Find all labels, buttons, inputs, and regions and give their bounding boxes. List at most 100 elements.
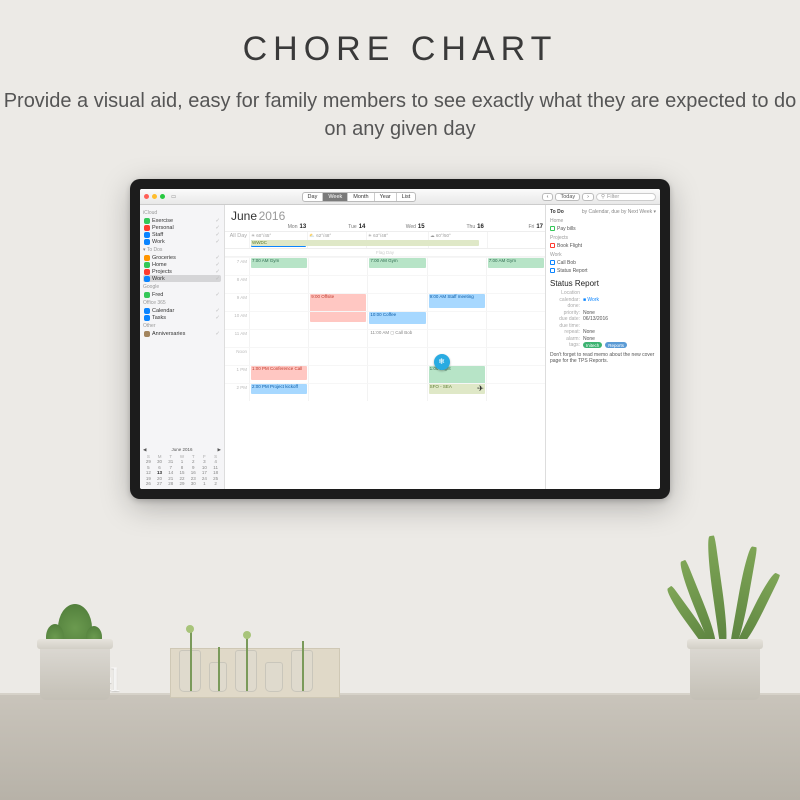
potted-plant	[680, 530, 770, 700]
allday-cell[interactable]: ☀ 60°/45°WWDC◻ Status Report	[249, 232, 307, 248]
sidebar-group[interactable]: Other	[143, 323, 221, 329]
time-cell[interactable]	[427, 257, 486, 275]
view-list[interactable]: List	[397, 193, 416, 201]
sidebar-item[interactable]: Groceries✓	[143, 254, 221, 261]
today-button[interactable]: Today	[555, 193, 580, 201]
day-header: Thu16	[427, 223, 486, 231]
time-cell[interactable]	[367, 383, 426, 401]
time-cell[interactable]: 7:00 AM Gym	[249, 257, 308, 275]
day-header: Mon13	[249, 223, 308, 231]
time-cell[interactable]	[308, 257, 367, 275]
time-cell[interactable]	[308, 365, 367, 383]
time-cell[interactable]: 7:00 AM Gym	[486, 257, 545, 275]
weather-bubble-icon: ❄	[434, 354, 450, 370]
time-cell[interactable]: SFO - SEA✈	[427, 383, 486, 401]
time-cell[interactable]	[427, 311, 486, 329]
prev-button[interactable]: ‹	[542, 193, 554, 201]
time-cell[interactable]: 2:00 PM Project kickoff	[249, 383, 308, 401]
event[interactable]: 1:00 PM Conference Call	[251, 366, 307, 380]
minimize-icon[interactable]	[152, 194, 157, 199]
sidebar-item[interactable]: Calendar✓	[143, 307, 221, 314]
time-cell[interactable]	[308, 383, 367, 401]
time-cell[interactable]	[486, 347, 545, 365]
view-year[interactable]: Year	[375, 193, 397, 201]
time-cell[interactable]	[486, 293, 545, 311]
next-button[interactable]: ›	[582, 193, 594, 201]
time-cell[interactable]: 9:00 Offsite	[308, 293, 367, 311]
event[interactable]: 7:00 AM Gym	[488, 258, 544, 268]
search-icon: ⚲	[601, 194, 605, 200]
time-cell[interactable]	[427, 275, 486, 293]
time-cell[interactable]: 1:00 Flight❄	[427, 365, 486, 383]
todo-detail: Status ReportLocationcalendar:■ Workdone…	[550, 279, 656, 364]
time-cell[interactable]	[308, 347, 367, 365]
day-header: Tue14	[308, 223, 367, 231]
time-cell[interactable]	[249, 275, 308, 293]
sidebar-group[interactable]: Office 365	[143, 300, 221, 306]
time-cell[interactable]	[427, 329, 486, 347]
view-day[interactable]: Day	[303, 193, 324, 201]
todo-item[interactable]: Book Flight	[550, 242, 656, 249]
time-cell[interactable]	[249, 329, 308, 347]
time-cell[interactable]	[486, 365, 545, 383]
event[interactable]: 2:00 PM Project kickoff	[251, 384, 307, 394]
sidebar-item[interactable]: Staff✓	[143, 231, 221, 238]
time-cell[interactable]	[249, 293, 308, 311]
sidebar-item[interactable]: Work✓	[143, 238, 221, 245]
sidebar-item[interactable]: Tasks✓	[143, 314, 221, 321]
time-cell[interactable]: 9:00 AM Staff meeting	[427, 293, 486, 311]
event[interactable]: 11:00 AM ◻ Call Bob	[369, 330, 425, 342]
view-segmented-control[interactable]: DayWeekMonthYearList	[302, 192, 417, 202]
time-cell[interactable]	[486, 383, 545, 401]
time-cell[interactable]	[249, 347, 308, 365]
time-cell[interactable]: 7:00 AM Gym	[367, 257, 426, 275]
tag[interactable]: Initech	[583, 342, 602, 348]
sidebar-item[interactable]: Work✓	[143, 275, 221, 282]
allday-cell[interactable]	[487, 232, 545, 248]
time-cell[interactable]	[367, 293, 426, 311]
sidebar-group[interactable]: ▾ To Dos	[143, 247, 221, 253]
time-cell[interactable]	[367, 275, 426, 293]
time-cell[interactable]	[308, 329, 367, 347]
time-cell[interactable]	[249, 311, 308, 329]
time-cell[interactable]: 1:00 PM Conference Call	[249, 365, 308, 383]
filter-input[interactable]: ⚲ Filter	[596, 193, 656, 201]
time-cell[interactable]	[486, 329, 545, 347]
sidebar: iCloudExercise✓Personal✓Staff✓Work✓▾ To …	[140, 205, 225, 489]
view-month[interactable]: Month	[348, 193, 374, 201]
sidebar-toggle-icon[interactable]: ▭	[171, 194, 176, 200]
time-cell[interactable]	[486, 311, 545, 329]
month-label: June	[231, 209, 257, 223]
close-icon[interactable]	[144, 194, 149, 199]
todo-item[interactable]: Status Report	[550, 267, 656, 274]
allday-row: All Day☀ 60°/45°WWDC◻ Status Report⛅ 62°…	[225, 232, 545, 249]
time-cell[interactable]	[308, 275, 367, 293]
event[interactable]: 7:00 AM Gym	[251, 258, 307, 268]
sidebar-item[interactable]: Anniversaries✓	[143, 330, 221, 337]
traffic-lights[interactable]	[144, 194, 165, 199]
time-cell[interactable]	[367, 365, 426, 383]
mini-calendar[interactable]: ◀June 2016▶SMTWTFS2930311234567891011121…	[143, 445, 221, 487]
time-cell[interactable]: 10:00 Coffee	[367, 311, 426, 329]
zoom-icon[interactable]	[160, 194, 165, 199]
week-grid[interactable]: 7 AM7:00 AM Gym7:00 AM Gym7:00 AM Gym8 A…	[225, 257, 545, 490]
event[interactable]: 9:00 AM Staff meeting	[429, 294, 485, 308]
sidebar-item[interactable]: Home✓	[143, 261, 221, 268]
sidebar-group[interactable]: Google	[143, 284, 221, 290]
wooden-tray	[170, 648, 340, 698]
time-cell[interactable]	[486, 275, 545, 293]
event[interactable]: 10:00 Coffee	[369, 312, 425, 324]
sidebar-item[interactable]: Exercise✓	[143, 217, 221, 224]
sidebar-item[interactable]: Fred✓	[143, 291, 221, 298]
sidebar-item[interactable]: Projects✓	[143, 268, 221, 275]
todo-item[interactable]: Pay bills	[550, 225, 656, 232]
todo-item[interactable]: Call Bob	[550, 259, 656, 266]
time-cell[interactable]	[367, 347, 426, 365]
sidebar-group[interactable]: iCloud	[143, 210, 221, 216]
view-week[interactable]: Week	[323, 193, 348, 201]
sidebar-item[interactable]: Personal✓	[143, 224, 221, 231]
event[interactable]: 7:00 AM Gym	[369, 258, 425, 268]
time-cell[interactable]	[308, 311, 367, 329]
tag[interactable]: Reports	[605, 342, 627, 348]
time-cell[interactable]: 11:00 AM ◻ Call Bob	[367, 329, 426, 347]
